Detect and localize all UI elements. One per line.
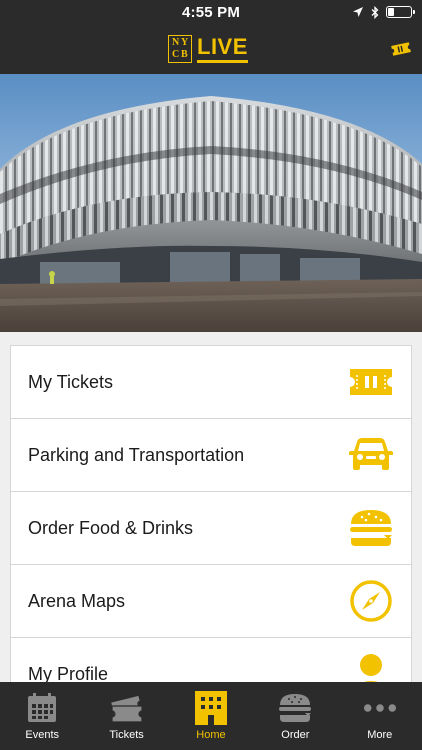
menu-item-arena-maps[interactable]: Arena Maps xyxy=(11,565,411,638)
arena-photo xyxy=(0,74,422,332)
status-bar: 4:55 PM xyxy=(0,0,422,24)
burger-icon xyxy=(347,508,395,548)
tab-events[interactable]: Events xyxy=(0,682,84,750)
calendar-icon xyxy=(25,691,59,725)
car-icon xyxy=(347,435,395,475)
tickets-icon xyxy=(110,691,144,725)
tab-bar: Events Tickets Home Order More xyxy=(0,682,422,750)
tab-label: Events xyxy=(25,729,60,741)
tab-label: Tickets xyxy=(109,729,144,741)
app-screen: 4:55 PM N Y C B LIVE My Tickets Parking … xyxy=(0,0,422,750)
ticket-icon[interactable] xyxy=(390,40,412,58)
location-arrow-icon xyxy=(353,7,363,17)
building-icon xyxy=(194,691,228,725)
burger-icon xyxy=(278,691,312,725)
bluetooth-icon xyxy=(371,5,379,19)
menu-item-label: Arena Maps xyxy=(28,590,126,611)
tab-home[interactable]: Home xyxy=(169,682,253,750)
tab-label: Home xyxy=(196,729,226,741)
tab-tickets[interactable]: Tickets xyxy=(84,682,168,750)
menu-item-label: My Tickets xyxy=(28,371,114,392)
tab-label: Order xyxy=(281,729,310,741)
battery-icon xyxy=(386,6,415,18)
compass-icon xyxy=(347,580,395,622)
logo-text: LIVE xyxy=(197,34,248,63)
nycb-badge: N Y C B xyxy=(168,34,192,63)
ticket-icon xyxy=(347,362,395,402)
menu-item-my-tickets[interactable]: My Tickets xyxy=(11,346,411,419)
nycb-live-logo: N Y C B LIVE xyxy=(168,34,248,63)
tab-more[interactable]: More xyxy=(338,682,422,750)
menu-item-label: Order Food & Drinks xyxy=(28,517,194,538)
tab-label: More xyxy=(367,729,393,741)
menu-item-label: Parking and Transportation xyxy=(28,444,245,465)
app-header: N Y C B LIVE xyxy=(0,24,422,74)
tab-order[interactable]: Order xyxy=(253,682,337,750)
menu-item-parking[interactable]: Parking and Transportation xyxy=(11,419,411,492)
menu-item-order-food[interactable]: Order Food & Drinks xyxy=(11,492,411,565)
home-menu: My Tickets Parking and Transportation Or… xyxy=(10,345,412,712)
more-icon xyxy=(363,691,397,725)
status-icons xyxy=(352,5,415,19)
